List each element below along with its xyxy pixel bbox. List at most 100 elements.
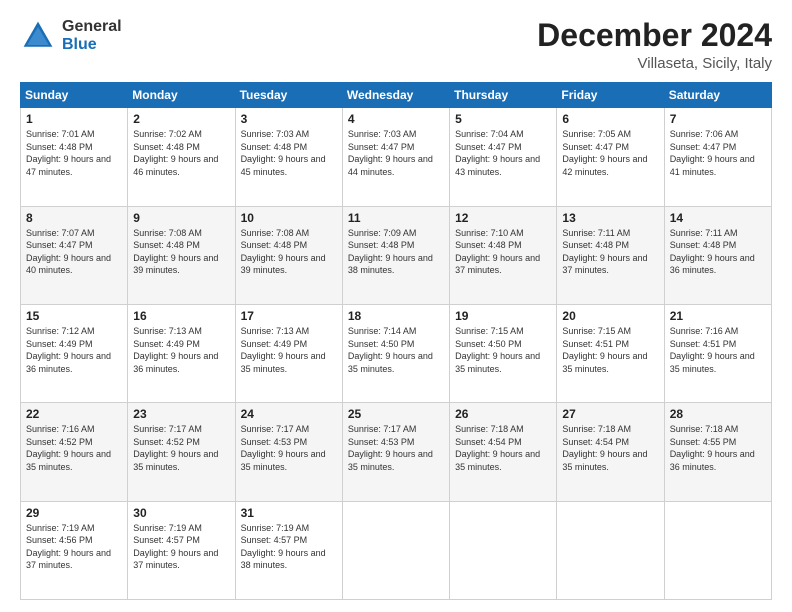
day-info: Sunrise: 7:06 AMSunset: 4:47 PMDaylight:…	[670, 129, 755, 177]
calendar-cell: 21 Sunrise: 7:16 AMSunset: 4:51 PMDaylig…	[664, 304, 771, 402]
calendar-week-row: 1 Sunrise: 7:01 AMSunset: 4:48 PMDayligh…	[21, 108, 772, 206]
calendar-cell: 24 Sunrise: 7:17 AMSunset: 4:53 PMDaylig…	[235, 403, 342, 501]
day-number: 20	[562, 309, 658, 323]
logo-text: General Blue	[62, 18, 122, 53]
day-number: 15	[26, 309, 122, 323]
day-info: Sunrise: 7:14 AMSunset: 4:50 PMDaylight:…	[348, 326, 433, 374]
day-number: 6	[562, 112, 658, 126]
calendar-cell: 7 Sunrise: 7:06 AMSunset: 4:47 PMDayligh…	[664, 108, 771, 206]
header: General Blue December 2024 Villaseta, Si…	[20, 18, 772, 72]
calendar-cell	[450, 501, 557, 599]
day-number: 27	[562, 407, 658, 421]
calendar-cell	[557, 501, 664, 599]
calendar-cell: 30 Sunrise: 7:19 AMSunset: 4:57 PMDaylig…	[128, 501, 235, 599]
calendar-cell: 8 Sunrise: 7:07 AMSunset: 4:47 PMDayligh…	[21, 206, 128, 304]
day-number: 4	[348, 112, 444, 126]
calendar-cell: 9 Sunrise: 7:08 AMSunset: 4:48 PMDayligh…	[128, 206, 235, 304]
day-info: Sunrise: 7:15 AMSunset: 4:50 PMDaylight:…	[455, 326, 540, 374]
calendar-cell: 3 Sunrise: 7:03 AMSunset: 4:48 PMDayligh…	[235, 108, 342, 206]
calendar-cell: 12 Sunrise: 7:10 AMSunset: 4:48 PMDaylig…	[450, 206, 557, 304]
logo-blue-text: Blue	[62, 36, 122, 54]
day-number: 26	[455, 407, 551, 421]
calendar-cell: 16 Sunrise: 7:13 AMSunset: 4:49 PMDaylig…	[128, 304, 235, 402]
day-info: Sunrise: 7:13 AMSunset: 4:49 PMDaylight:…	[133, 326, 218, 374]
calendar-cell: 14 Sunrise: 7:11 AMSunset: 4:48 PMDaylig…	[664, 206, 771, 304]
calendar-week-row: 15 Sunrise: 7:12 AMSunset: 4:49 PMDaylig…	[21, 304, 772, 402]
calendar-cell: 18 Sunrise: 7:14 AMSunset: 4:50 PMDaylig…	[342, 304, 449, 402]
day-number: 23	[133, 407, 229, 421]
calendar-header-row: SundayMondayTuesdayWednesdayThursdayFrid…	[21, 83, 772, 108]
calendar-cell: 23 Sunrise: 7:17 AMSunset: 4:52 PMDaylig…	[128, 403, 235, 501]
calendar-cell: 4 Sunrise: 7:03 AMSunset: 4:47 PMDayligh…	[342, 108, 449, 206]
day-number: 9	[133, 211, 229, 225]
calendar-header-sunday: Sunday	[21, 83, 128, 108]
day-number: 1	[26, 112, 122, 126]
calendar-cell	[342, 501, 449, 599]
calendar-cell: 13 Sunrise: 7:11 AMSunset: 4:48 PMDaylig…	[557, 206, 664, 304]
calendar-header-tuesday: Tuesday	[235, 83, 342, 108]
page: General Blue December 2024 Villaseta, Si…	[0, 0, 792, 612]
calendar-cell: 29 Sunrise: 7:19 AMSunset: 4:56 PMDaylig…	[21, 501, 128, 599]
logo-icon	[20, 18, 56, 54]
day-info: Sunrise: 7:07 AMSunset: 4:47 PMDaylight:…	[26, 228, 111, 276]
day-number: 10	[241, 211, 337, 225]
day-info: Sunrise: 7:13 AMSunset: 4:49 PMDaylight:…	[241, 326, 326, 374]
day-number: 12	[455, 211, 551, 225]
day-number: 5	[455, 112, 551, 126]
calendar-cell: 27 Sunrise: 7:18 AMSunset: 4:54 PMDaylig…	[557, 403, 664, 501]
day-number: 25	[348, 407, 444, 421]
day-info: Sunrise: 7:02 AMSunset: 4:48 PMDaylight:…	[133, 129, 218, 177]
calendar-cell: 15 Sunrise: 7:12 AMSunset: 4:49 PMDaylig…	[21, 304, 128, 402]
calendar-cell: 6 Sunrise: 7:05 AMSunset: 4:47 PMDayligh…	[557, 108, 664, 206]
day-number: 14	[670, 211, 766, 225]
calendar-cell: 11 Sunrise: 7:09 AMSunset: 4:48 PMDaylig…	[342, 206, 449, 304]
day-number: 7	[670, 112, 766, 126]
calendar-week-row: 22 Sunrise: 7:16 AMSunset: 4:52 PMDaylig…	[21, 403, 772, 501]
day-info: Sunrise: 7:18 AMSunset: 4:55 PMDaylight:…	[670, 424, 755, 472]
day-info: Sunrise: 7:19 AMSunset: 4:57 PMDaylight:…	[241, 523, 326, 571]
day-info: Sunrise: 7:16 AMSunset: 4:52 PMDaylight:…	[26, 424, 111, 472]
day-info: Sunrise: 7:19 AMSunset: 4:56 PMDaylight:…	[26, 523, 111, 571]
day-info: Sunrise: 7:04 AMSunset: 4:47 PMDaylight:…	[455, 129, 540, 177]
day-info: Sunrise: 7:09 AMSunset: 4:48 PMDaylight:…	[348, 228, 433, 276]
day-number: 17	[241, 309, 337, 323]
calendar-cell: 26 Sunrise: 7:18 AMSunset: 4:54 PMDaylig…	[450, 403, 557, 501]
day-info: Sunrise: 7:05 AMSunset: 4:47 PMDaylight:…	[562, 129, 647, 177]
day-number: 18	[348, 309, 444, 323]
day-info: Sunrise: 7:08 AMSunset: 4:48 PMDaylight:…	[133, 228, 218, 276]
logo: General Blue	[20, 18, 122, 54]
day-number: 22	[26, 407, 122, 421]
day-number: 11	[348, 211, 444, 225]
title-block: December 2024 Villaseta, Sicily, Italy	[537, 18, 772, 72]
day-info: Sunrise: 7:18 AMSunset: 4:54 PMDaylight:…	[455, 424, 540, 472]
day-number: 30	[133, 506, 229, 520]
calendar-cell: 5 Sunrise: 7:04 AMSunset: 4:47 PMDayligh…	[450, 108, 557, 206]
day-info: Sunrise: 7:18 AMSunset: 4:54 PMDaylight:…	[562, 424, 647, 472]
day-info: Sunrise: 7:03 AMSunset: 4:47 PMDaylight:…	[348, 129, 433, 177]
calendar-cell: 2 Sunrise: 7:02 AMSunset: 4:48 PMDayligh…	[128, 108, 235, 206]
day-info: Sunrise: 7:17 AMSunset: 4:53 PMDaylight:…	[241, 424, 326, 472]
day-info: Sunrise: 7:08 AMSunset: 4:48 PMDaylight:…	[241, 228, 326, 276]
logo-general-text: General	[62, 18, 122, 36]
calendar-header-thursday: Thursday	[450, 83, 557, 108]
location: Villaseta, Sicily, Italy	[537, 55, 772, 72]
calendar-cell: 1 Sunrise: 7:01 AMSunset: 4:48 PMDayligh…	[21, 108, 128, 206]
day-info: Sunrise: 7:16 AMSunset: 4:51 PMDaylight:…	[670, 326, 755, 374]
day-info: Sunrise: 7:11 AMSunset: 4:48 PMDaylight:…	[562, 228, 647, 276]
day-number: 3	[241, 112, 337, 126]
day-number: 29	[26, 506, 122, 520]
calendar-cell: 31 Sunrise: 7:19 AMSunset: 4:57 PMDaylig…	[235, 501, 342, 599]
calendar-table: SundayMondayTuesdayWednesdayThursdayFrid…	[20, 82, 772, 600]
calendar-week-row: 29 Sunrise: 7:19 AMSunset: 4:56 PMDaylig…	[21, 501, 772, 599]
calendar-header-monday: Monday	[128, 83, 235, 108]
calendar-cell	[664, 501, 771, 599]
day-number: 28	[670, 407, 766, 421]
month-title: December 2024	[537, 18, 772, 53]
calendar-cell: 20 Sunrise: 7:15 AMSunset: 4:51 PMDaylig…	[557, 304, 664, 402]
day-info: Sunrise: 7:11 AMSunset: 4:48 PMDaylight:…	[670, 228, 755, 276]
calendar-cell: 17 Sunrise: 7:13 AMSunset: 4:49 PMDaylig…	[235, 304, 342, 402]
day-number: 24	[241, 407, 337, 421]
day-info: Sunrise: 7:17 AMSunset: 4:52 PMDaylight:…	[133, 424, 218, 472]
calendar-week-row: 8 Sunrise: 7:07 AMSunset: 4:47 PMDayligh…	[21, 206, 772, 304]
day-number: 31	[241, 506, 337, 520]
